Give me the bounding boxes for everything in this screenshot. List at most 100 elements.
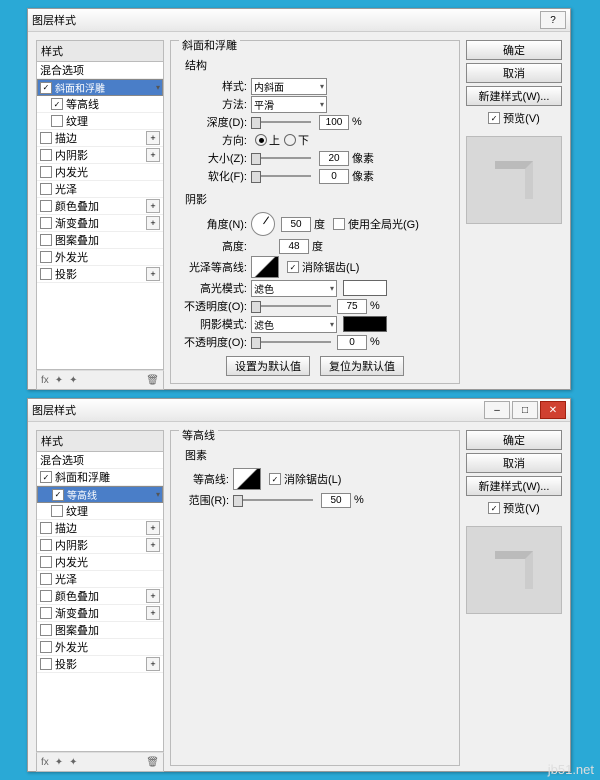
trash-icon[interactable]: 🗑 <box>146 375 159 386</box>
close-button[interactable]: ✕ <box>540 401 566 419</box>
highlight-opacity-input[interactable]: 75 <box>337 299 367 314</box>
style-checkbox[interactable] <box>40 624 52 636</box>
style-row[interactable]: 颜色叠加+ <box>37 588 163 605</box>
style-checkbox[interactable] <box>51 98 63 110</box>
cancel-button[interactable]: 取消 <box>466 453 562 473</box>
style-row[interactable]: 内阴影+ <box>37 147 163 164</box>
add-icon[interactable]: + <box>146 216 160 230</box>
style-checkbox[interactable] <box>40 166 52 178</box>
gloss-contour-picker[interactable] <box>251 256 279 278</box>
minimize-button[interactable]: – <box>484 401 510 419</box>
angle-input[interactable]: 50 <box>281 217 311 232</box>
reset-default-button[interactable]: 复位为默认值 <box>320 356 404 376</box>
style-row[interactable]: 内发光 <box>37 554 163 571</box>
blend-options-row[interactable]: 混合选项 <box>37 62 163 79</box>
altitude-input[interactable]: 48 <box>279 239 309 254</box>
dir-up-radio[interactable] <box>255 134 267 146</box>
shadow-opacity-slider[interactable] <box>251 341 331 343</box>
style-row[interactable]: 渐变叠加+ <box>37 215 163 232</box>
style-checkbox[interactable] <box>40 217 52 229</box>
highlight-mode-select[interactable]: 滤色 <box>251 280 337 297</box>
style-checkbox[interactable] <box>40 234 52 246</box>
add-icon[interactable]: + <box>146 657 160 671</box>
dir-down-radio[interactable] <box>284 134 296 146</box>
size-slider[interactable] <box>251 157 311 159</box>
shadow-opacity-input[interactable]: 0 <box>337 335 367 350</box>
style-row[interactable]: 斜面和浮雕 <box>37 469 163 486</box>
ok-button[interactable]: 确定 <box>466 40 562 60</box>
add-icon[interactable]: + <box>146 606 160 620</box>
add-icon[interactable]: + <box>146 148 160 162</box>
style-checkbox[interactable] <box>40 200 52 212</box>
add-icon[interactable]: + <box>146 521 160 535</box>
style-row[interactable]: 投影+ <box>37 656 163 673</box>
style-row[interactable]: 纹理 <box>37 503 163 520</box>
titlebar[interactable]: 图层样式 – □ ✕ <box>28 399 570 422</box>
style-checkbox[interactable] <box>52 489 64 501</box>
style-row[interactable]: 等高线 <box>37 486 163 503</box>
style-checkbox[interactable] <box>40 658 52 670</box>
style-row[interactable]: 内阴影+ <box>37 537 163 554</box>
style-checkbox[interactable] <box>40 641 52 653</box>
global-light-checkbox[interactable] <box>333 218 345 230</box>
style-checkbox[interactable] <box>40 539 52 551</box>
preview-checkbox[interactable] <box>488 502 500 514</box>
style-checkbox[interactable] <box>40 183 52 195</box>
size-input[interactable]: 20 <box>319 151 349 166</box>
style-checkbox[interactable] <box>40 149 52 161</box>
soften-slider[interactable] <box>251 175 311 177</box>
highlight-opacity-slider[interactable] <box>251 305 331 307</box>
style-row[interactable]: 描边+ <box>37 520 163 537</box>
range-input[interactable]: 50 <box>321 493 351 508</box>
add-icon[interactable]: + <box>146 589 160 603</box>
style-checkbox[interactable] <box>40 522 52 534</box>
soften-input[interactable]: 0 <box>319 169 349 184</box>
style-checkbox[interactable] <box>40 590 52 602</box>
style-checkbox[interactable] <box>40 556 52 568</box>
style-checkbox[interactable] <box>40 471 52 483</box>
style-row[interactable]: 光泽 <box>37 571 163 588</box>
style-row[interactable]: 图案叠加 <box>37 232 163 249</box>
style-row[interactable]: 等高线 <box>37 96 163 113</box>
depth-slider[interactable] <box>251 121 311 123</box>
set-default-button[interactable]: 设置为默认值 <box>226 356 310 376</box>
style-row[interactable]: 斜面和浮雕 <box>37 79 163 96</box>
style-row[interactable]: 投影+ <box>37 266 163 283</box>
help-button[interactable]: ? <box>540 11 566 29</box>
add-icon[interactable]: + <box>146 538 160 552</box>
new-style-button[interactable]: 新建样式(W)... <box>466 476 562 496</box>
style-row[interactable]: 光泽 <box>37 181 163 198</box>
add-icon[interactable]: + <box>146 199 160 213</box>
shadow-mode-select[interactable]: 滤色 <box>251 316 337 333</box>
style-checkbox[interactable] <box>40 268 52 280</box>
contour-picker[interactable] <box>233 468 261 490</box>
style-checkbox[interactable] <box>40 251 52 263</box>
ok-button[interactable]: 确定 <box>466 430 562 450</box>
antialias-checkbox[interactable] <box>287 261 299 273</box>
style-row[interactable]: 渐变叠加+ <box>37 605 163 622</box>
style-row[interactable]: 外发光 <box>37 249 163 266</box>
method-select[interactable]: 平滑 <box>251 96 327 113</box>
depth-input[interactable]: 100 <box>319 115 349 130</box>
style-row[interactable]: 描边+ <box>37 130 163 147</box>
blend-options-row[interactable]: 混合选项 <box>37 452 163 469</box>
style-select[interactable]: 内斜面 <box>251 78 327 95</box>
style-checkbox[interactable] <box>40 573 52 585</box>
style-row[interactable]: 外发光 <box>37 639 163 656</box>
style-row[interactable]: 颜色叠加+ <box>37 198 163 215</box>
new-style-button[interactable]: 新建样式(W)... <box>466 86 562 106</box>
style-checkbox[interactable] <box>40 82 52 94</box>
trash-icon[interactable]: 🗑 <box>146 757 159 768</box>
style-row[interactable]: 图案叠加 <box>37 622 163 639</box>
style-checkbox[interactable] <box>51 505 63 517</box>
angle-dial[interactable] <box>251 212 275 236</box>
maximize-button[interactable]: □ <box>512 401 538 419</box>
titlebar[interactable]: 图层样式 ? <box>28 9 570 32</box>
shadow-color-swatch[interactable] <box>343 316 387 332</box>
style-checkbox[interactable] <box>40 132 52 144</box>
add-icon[interactable]: + <box>146 131 160 145</box>
style-checkbox[interactable] <box>51 115 63 127</box>
add-icon[interactable]: + <box>146 267 160 281</box>
highlight-color-swatch[interactable] <box>343 280 387 296</box>
antialias-checkbox[interactable] <box>269 473 281 485</box>
